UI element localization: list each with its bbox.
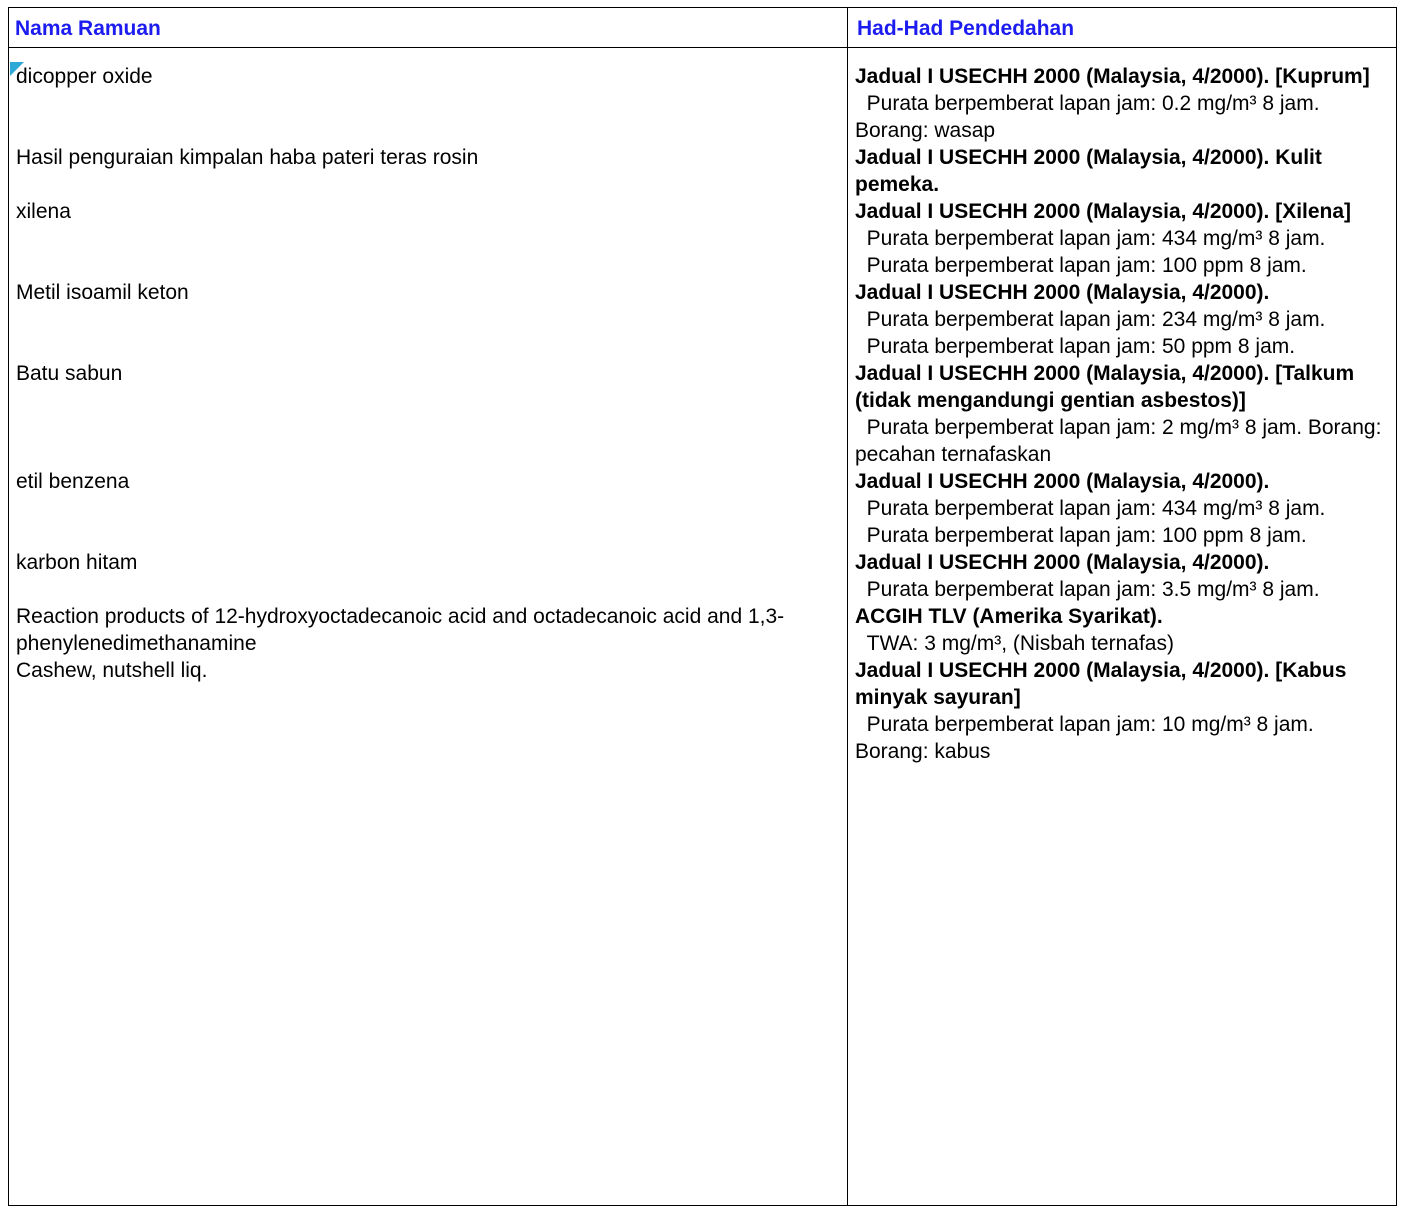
- table-row: Cashew, nutshell liq. Jadual I USECHH 200…: [9, 657, 1396, 765]
- exposure-limit-cell: Jadual I USECHH 2000 (Malaysia, 4/2000).…: [847, 549, 1387, 603]
- exposure-standard: Jadual I USECHH 2000 (Malaysia, 4/2000).…: [855, 65, 1370, 88]
- exposure-limit-cell: Jadual I USECHH 2000 (Malaysia, 4/2000).…: [847, 144, 1387, 198]
- exposure-limit-cell: Jadual I USECHH 2000 (Malaysia, 4/2000).…: [847, 360, 1387, 468]
- exposure-limit-value: Purata berpemberat lapan jam: 434 mg/m³ …: [855, 497, 1326, 520]
- exposure-limit-value: Purata berpemberat lapan jam: 100 ppm 8 …: [855, 524, 1307, 547]
- exposure-limit-value: Purata berpemberat lapan jam: 434 mg/m³ …: [855, 227, 1326, 250]
- table-row: karbon hitam Jadual I USECHH 2000 (Malays…: [9, 549, 1396, 603]
- exposure-limit-cell: Jadual I USECHH 2000 (Malaysia, 4/2000).…: [847, 63, 1387, 144]
- exposure-limit-cell: Jadual I USECHH 2000 (Malaysia, 4/2000).…: [847, 279, 1387, 360]
- header-exposure-limits: Had-Had Pendedahan: [857, 17, 1075, 40]
- exposure-standard: Jadual I USECHH 2000 (Malaysia, 4/2000).…: [855, 659, 1347, 709]
- table-row: Batu sabun Jadual I USECHH 2000 (Malaysia…: [9, 360, 1396, 468]
- table-row: xilena Jadual I USECHH 2000 (Malaysia, 4/…: [9, 198, 1396, 279]
- table-row: Reaction products of 12-hydroxyoctadecan…: [9, 603, 1396, 657]
- exposure-standard: Jadual I USECHH 2000 (Malaysia, 4/2000).…: [855, 362, 1355, 412]
- ingredient-name: karbon hitam: [16, 551, 138, 574]
- exposure-limits-table: Nama Ramuan Had-Had Pendedahan dicopper …: [8, 7, 1397, 1206]
- header-ingredient-name: Nama Ramuan: [15, 17, 161, 40]
- table-row: dicopper oxide Jadual I USECHH 2000 (Mala…: [9, 63, 1396, 144]
- ingredient-name: Batu sabun: [16, 362, 123, 385]
- table-header: Nama Ramuan Had-Had Pendedahan: [9, 7, 1396, 48]
- exposure-limit-cell: Jadual I USECHH 2000 (Malaysia, 4/2000).…: [847, 657, 1387, 765]
- table-row: Hasil penguraian kimpalan haba pateri te…: [9, 144, 1396, 198]
- table-row: Metil isoamil keton Jadual I USECHH 2000 …: [9, 279, 1396, 360]
- ingredient-name: xilena: [16, 200, 71, 223]
- exposure-standard: Jadual I USECHH 2000 (Malaysia, 4/2000).: [855, 281, 1270, 304]
- exposure-limit-cell: Jadual I USECHH 2000 (Malaysia, 4/2000).…: [847, 198, 1387, 279]
- exposure-limit-value: Purata berpemberat lapan jam: 0.2 mg/m³ …: [855, 92, 1326, 142]
- ingredient-name: Hasil penguraian kimpalan haba pateri te…: [16, 146, 479, 169]
- exposure-limit-value: Purata berpemberat lapan jam: 100 ppm 8 …: [855, 254, 1307, 277]
- ingredient-name: Metil isoamil keton: [16, 281, 189, 304]
- exposure-limit-cell: Jadual I USECHH 2000 (Malaysia, 4/2000).…: [847, 468, 1387, 549]
- ingredient-name: dicopper oxide: [16, 65, 153, 88]
- ingredient-name: etil benzena: [16, 470, 130, 493]
- exposure-standard: Jadual I USECHH 2000 (Malaysia, 4/2000).…: [855, 200, 1352, 223]
- exposure-limit-value: Purata berpemberat lapan jam: 50 ppm 8 j…: [855, 335, 1296, 358]
- ingredient-name: Reaction products of 12-hydroxyoctadecan…: [16, 605, 785, 655]
- exposure-standard: Jadual I USECHH 2000 (Malaysia, 4/2000).: [855, 470, 1270, 493]
- exposure-limit-value: Purata berpemberat lapan jam: 234 mg/m³ …: [855, 308, 1326, 331]
- table-row: etil benzena Jadual I USECHH 2000 (Malays…: [9, 468, 1396, 549]
- table-body: dicopper oxide Jadual I USECHH 2000 (Mala…: [9, 63, 1396, 765]
- comment-marker-icon[interactable]: [10, 62, 24, 76]
- exposure-standard: ACGIH TLV (Amerika Syarikat).: [855, 605, 1163, 628]
- exposure-standard: Jadual I USECHH 2000 (Malaysia, 4/2000).: [855, 551, 1270, 574]
- exposure-limit-value: Purata berpemberat lapan jam: 3.5 mg/m³ …: [855, 578, 1320, 601]
- exposure-limit-cell: ACGIH TLV (Amerika Syarikat). TWA: 3 mg/…: [847, 603, 1387, 657]
- exposure-standard: Jadual I USECHH 2000 (Malaysia, 4/2000).…: [855, 146, 1322, 196]
- ingredient-name: Cashew, nutshell liq.: [16, 659, 208, 682]
- exposure-limit-value: Purata berpemberat lapan jam: 2 mg/m³ 8 …: [855, 416, 1388, 466]
- exposure-limit-value: Purata berpemberat lapan jam: 10 mg/m³ 8…: [855, 713, 1320, 763]
- exposure-limit-value: TWA: 3 mg/m³, (Nisbah ternafas): [855, 632, 1174, 655]
